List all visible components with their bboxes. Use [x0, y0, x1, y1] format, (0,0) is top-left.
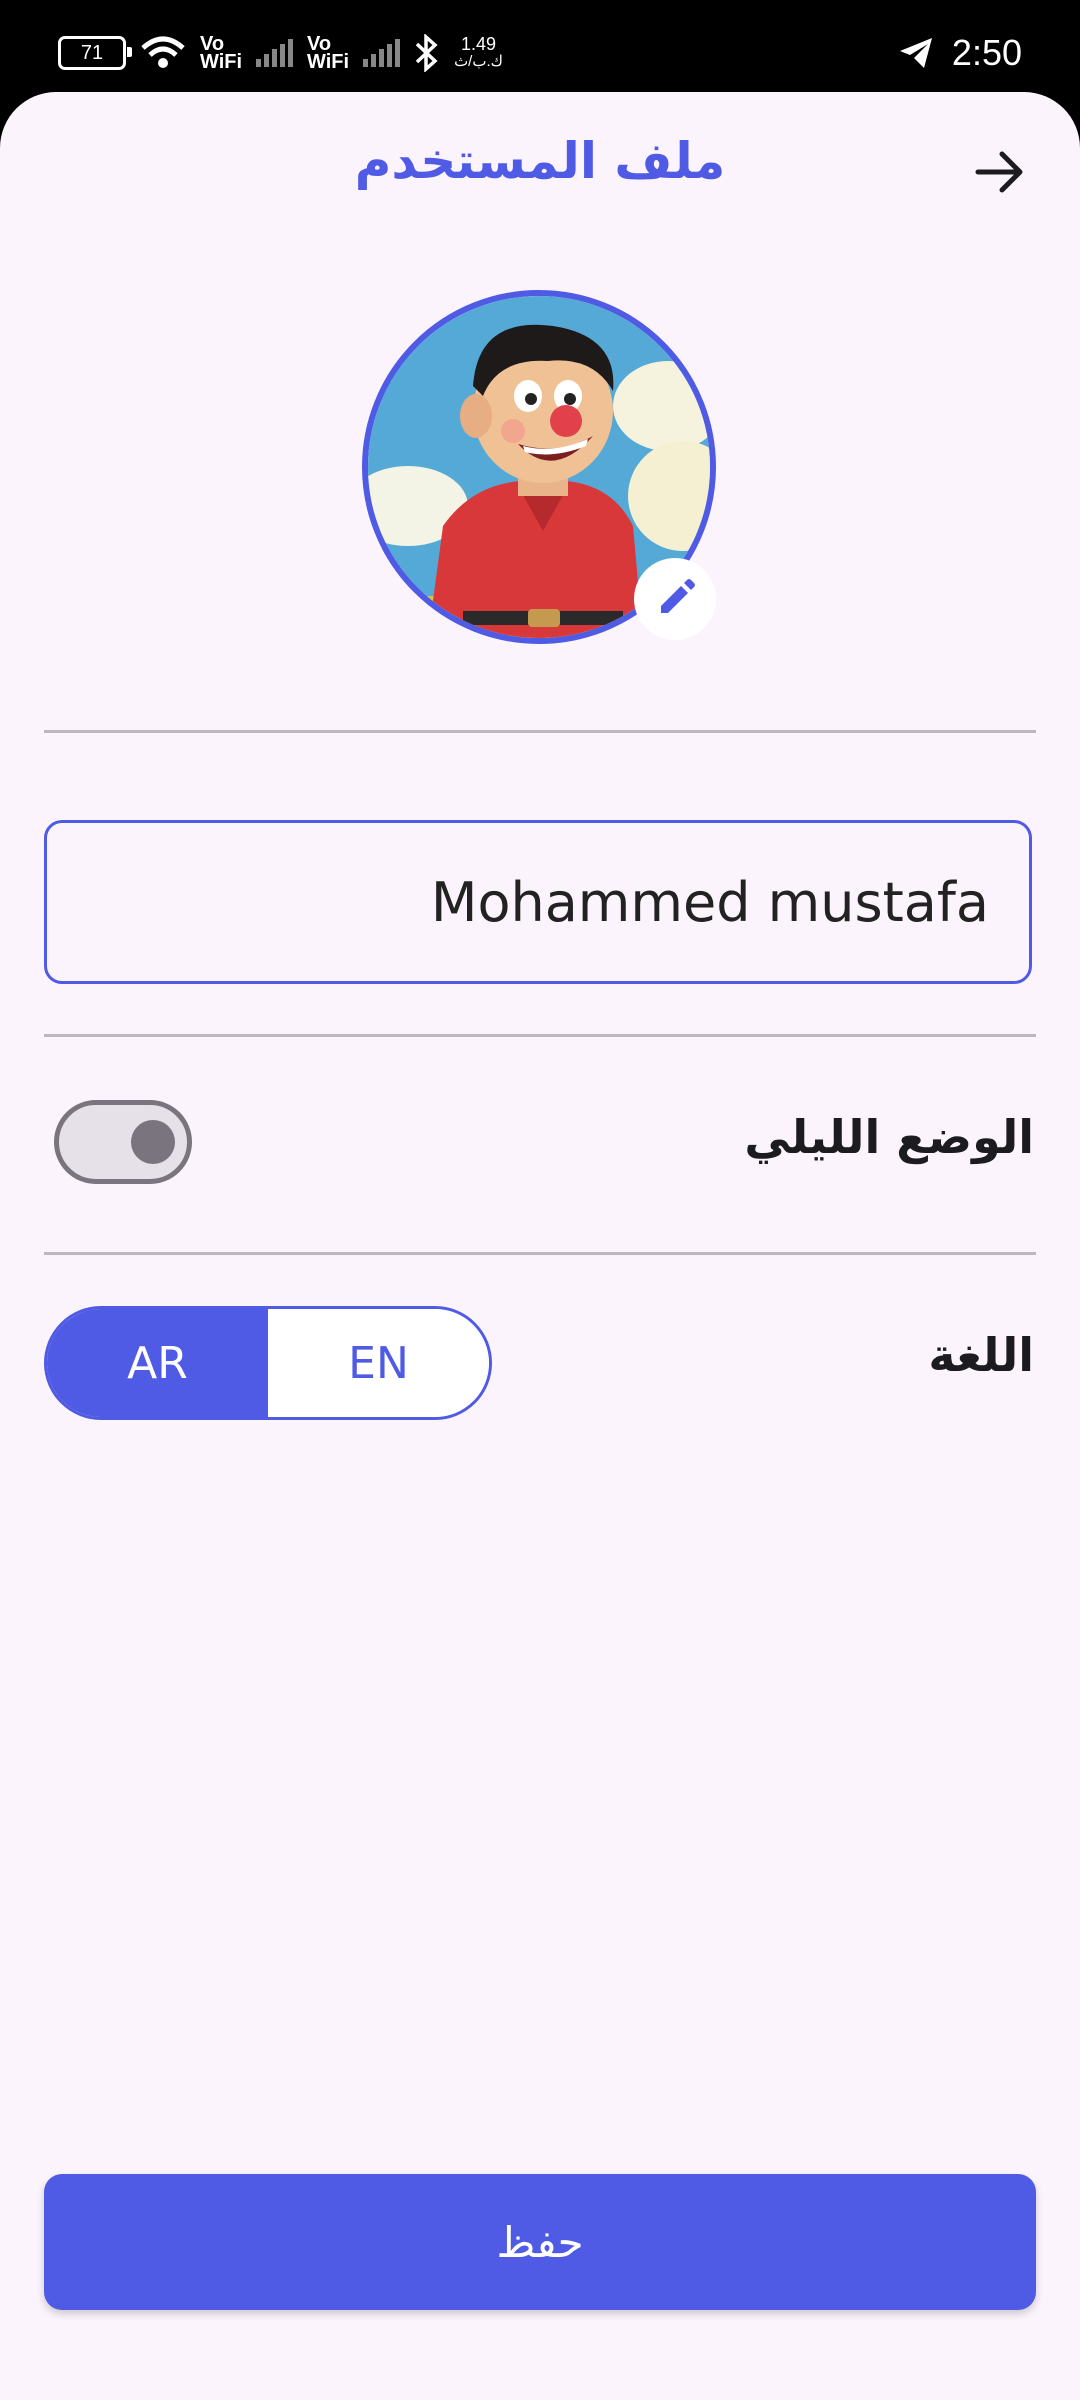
divider [44, 1252, 1036, 1255]
language-option-en[interactable]: EN [268, 1309, 489, 1417]
language-label: اللغة [928, 1328, 1034, 1382]
edit-avatar-button[interactable] [634, 558, 716, 640]
signal-icon [256, 39, 294, 67]
telegram-icon [899, 38, 932, 68]
language-selector: AR EN [44, 1306, 492, 1420]
signal-icon-2 [363, 39, 401, 67]
divider [44, 1034, 1036, 1037]
vowifi-indicator-2: Vo WiFi [307, 33, 350, 73]
divider [44, 730, 1036, 733]
back-arrow-icon[interactable] [972, 144, 1028, 200]
pencil-icon [661, 579, 695, 613]
name-input[interactable] [47, 823, 1029, 981]
page-title: ملف المستخدم [354, 132, 726, 190]
battery-level: 71 [80, 41, 104, 64]
language-option-ar[interactable]: AR [47, 1309, 268, 1417]
vowifi-indicator-1: Vo WiFi [200, 33, 243, 73]
status-bar: 71 Vo WiFi Vo WiFi 1.49 ك.ب/ث 2:50 [0, 0, 1080, 100]
toggle-knob [131, 1120, 175, 1164]
save-button[interactable]: حفظ [44, 2174, 1036, 2310]
wifi-icon [141, 36, 185, 68]
bluetooth-icon [415, 34, 438, 72]
profile-screen: ملف المستخدم Mohammed mustafa الوضع اللي… [0, 92, 1080, 2400]
avatar-container [362, 290, 716, 644]
network-speed: 1.49 ك.ب/ث [454, 35, 503, 71]
clock: 2:50 [951, 32, 1022, 73]
network-speed-value: 1.49 [461, 34, 497, 54]
network-speed-unit: ك.ب/ث [454, 53, 504, 70]
battery-icon: 71 [58, 36, 132, 70]
dark-mode-label: الوضع الليلي [744, 1110, 1034, 1164]
dark-mode-toggle[interactable] [54, 1100, 192, 1184]
name-field[interactable] [44, 820, 1032, 984]
